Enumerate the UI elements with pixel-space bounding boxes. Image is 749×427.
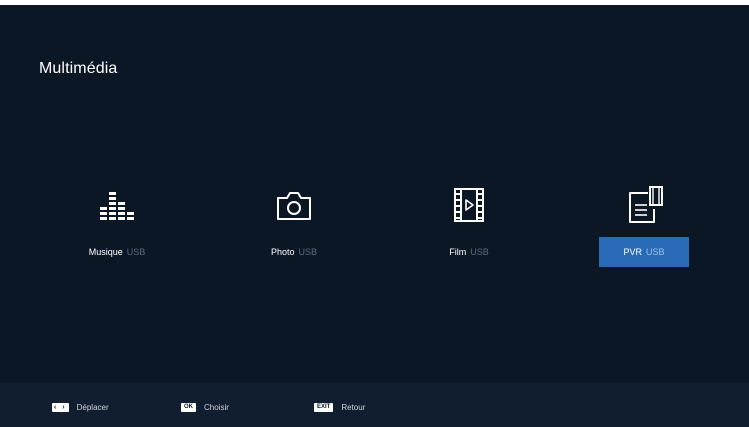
page-title: Multimédia [39, 60, 118, 77]
item-source: USB [298, 247, 318, 257]
menu-item-film[interactable]: Film USB [424, 185, 514, 265]
item-name: Film [449, 247, 467, 257]
item-name: Musique [88, 247, 123, 257]
hint-label: Choisir [204, 402, 229, 412]
footer-hint-bar: ‹ › Déplacer OK Choisir EXIT Retour [0, 383, 749, 427]
exit-key-icon: EXIT [314, 402, 334, 412]
menu-item-label: Photo USB [249, 237, 339, 267]
hint-label: Retour [341, 402, 366, 412]
recording-icon [629, 186, 663, 223]
item-source: USB [126, 247, 146, 257]
ok-key-icon: OK [181, 402, 196, 412]
item-source: USB [646, 247, 665, 257]
menu-item-pvr[interactable]: PVR USB [599, 185, 689, 267]
menu-item-label: Musique USB [72, 237, 162, 267]
camera-icon [277, 192, 311, 220]
item-source: USB [470, 247, 489, 257]
menu-item-label: PVR USB [599, 237, 689, 267]
item-name: Photo [270, 247, 295, 257]
item-name: PVR [623, 247, 642, 257]
equalizer-icon [100, 192, 134, 220]
menu-item-musique[interactable]: Musique USB [72, 185, 162, 265]
arrow-keys-icon: ‹ › [52, 402, 69, 412]
film-icon [454, 188, 484, 222]
menu-item-label: Film USB [424, 237, 514, 267]
multimedia-screen: Multimédia Musique USB Photo USB Film US… [0, 5, 749, 427]
hint-select: OK Choisir [181, 401, 229, 413]
hint-back: EXIT Retour [314, 401, 365, 413]
hint-label: Déplacer [76, 402, 109, 412]
hint-move: ‹ › Déplacer [52, 401, 109, 413]
menu-item-photo[interactable]: Photo USB [249, 185, 339, 265]
